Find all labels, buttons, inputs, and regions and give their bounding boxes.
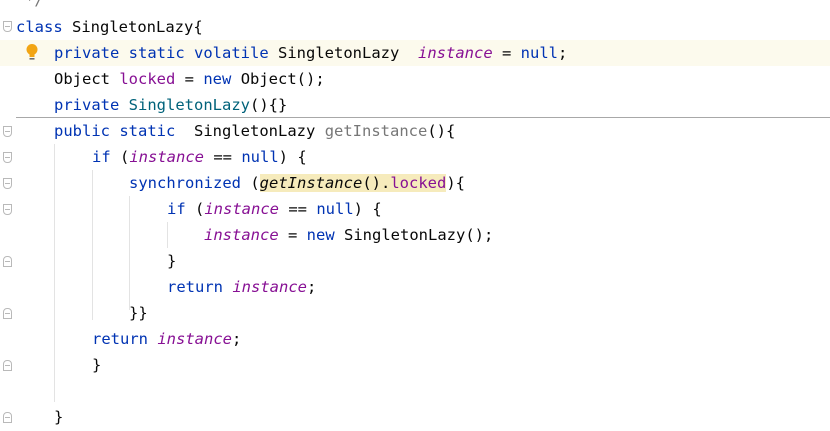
lightbulb-icon[interactable] [25,43,39,61]
brace-token: }} [129,304,148,322]
semicolon-token: ; [232,330,242,348]
punctuation-token: ( [185,200,205,218]
field-token: instance [129,148,204,166]
field-token: instance [418,44,493,62]
code-editor[interactable]: */ class SingletonLazy{ private static v… [0,0,830,431]
keyword-token: return [92,330,148,348]
code-line: synchronized (getInstance().locked){ [0,170,830,196]
code-line: if (instance == null) { [0,196,830,222]
punctuation-token: ) { [353,200,382,218]
semicolon-token: ; [307,278,317,296]
operator-token: = [175,70,204,88]
code-line: private SingletonLazy(){} [0,92,830,118]
constructor-call-token: SingletonLazy(); [344,226,494,244]
keyword-token: null [316,200,354,218]
code-line: if (instance == null) { [0,144,830,170]
field-token: instance [232,278,307,296]
keyword-token: new [306,226,335,244]
keyword-token: volatile [194,44,269,62]
brace-token: { [193,18,203,36]
type-token: Object [54,70,110,88]
code-line: } [0,248,830,274]
punctuation-token: ( [110,148,130,166]
keyword-token: static [119,122,176,140]
field-token: locked [390,174,447,192]
keyword-token: null [520,44,558,62]
method-call-token: getInstance [259,174,363,192]
code-line: class SingletonLazy{ [0,14,830,40]
punctuation-token: (){} [250,96,288,114]
keyword-token: synchronized [129,174,241,192]
operator-token: = [278,226,307,244]
brace-token: } [54,408,64,426]
keyword-token: public [54,122,110,140]
constructor-call-token: Object(); [240,70,325,88]
keyword-token: return [167,278,223,296]
punctuation-token: ( [240,174,260,192]
comment-token: */ [25,0,44,9]
code-line: Object locked = new Object(); [0,66,830,92]
keyword-token: null [241,148,279,166]
keyword-token: if [167,200,186,218]
punctuation-token: ){ [446,174,465,192]
constructor-token: SingletonLazy [128,96,250,114]
field-token: instance [157,330,232,348]
brace-token: } [167,252,177,270]
class-name-token: SingletonLazy [72,18,194,36]
operator-token: == [204,148,242,166]
code-line: return instance; [0,274,830,300]
punctuation-token: () [362,174,381,192]
code-line: }} [0,300,830,326]
semicolon-token: ; [558,44,568,62]
code-line: public static SingletonLazy getInstance(… [0,118,830,144]
operator-token: == [279,200,317,218]
keyword-token: static [128,44,185,62]
keyword-token: class [16,18,63,36]
field-token: instance [204,226,279,244]
keyword-token: private [54,44,120,62]
method-name-token: getInstance [324,122,428,140]
type-token: SingletonLazy [278,44,400,62]
code-line: } [0,352,830,378]
keyword-token: private [54,96,120,114]
punctuation-token: ) { [278,148,307,166]
keyword-token: if [92,148,111,166]
punctuation-token: . [380,174,391,192]
code-line: } [0,404,830,430]
type-token: SingletonLazy [194,122,316,140]
code-line: return instance; [0,326,830,352]
punctuation-token: (){ [427,122,456,140]
field-token: locked [119,70,176,88]
operator-token: = [492,44,521,62]
field-token: instance [204,200,279,218]
code-line-current: private static volatile SingletonLazy in… [0,40,830,66]
code-line: instance = new SingletonLazy(); [0,222,830,248]
brace-token: } [92,356,102,374]
code-line: */ [0,0,830,13]
keyword-token: new [203,70,232,88]
highlighted-expression: getInstance().locked [259,174,447,192]
